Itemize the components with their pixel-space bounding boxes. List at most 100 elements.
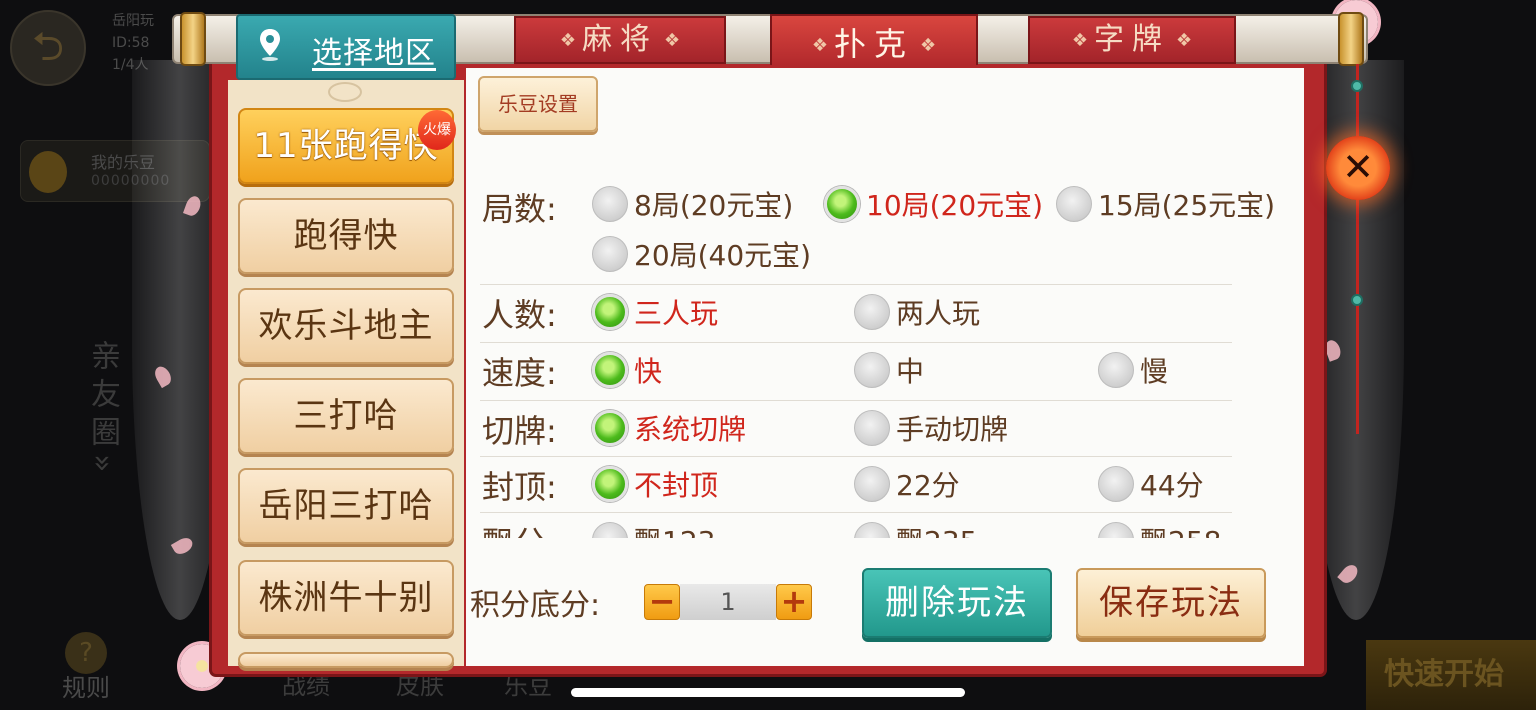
- game-item-partial[interactable]: [238, 652, 454, 668]
- radio-icon: [592, 236, 628, 272]
- float-label: 飘分: [482, 518, 546, 538]
- select-region-label: 选择地区: [312, 36, 436, 71]
- rounds-option-15[interactable]: 15局(25元宝): [1056, 184, 1275, 224]
- option-label: 系统切牌: [634, 413, 747, 446]
- back-arrow-icon: ⮌: [10, 10, 86, 86]
- float-option-258[interactable]: 飘258: [1098, 520, 1221, 538]
- tassel-decoration: [1356, 64, 1359, 434]
- option-label: 飘258: [1140, 520, 1221, 538]
- delete-rules-button[interactable]: 删除玩法: [862, 568, 1052, 638]
- speed-option-slow[interactable]: 慢: [1098, 350, 1168, 390]
- room-info-line: 岳阳玩: [112, 13, 154, 29]
- cap-option-22[interactable]: 22分: [854, 464, 960, 504]
- ornament-icon: ❖: [1176, 29, 1193, 51]
- home-indicator[interactable]: [571, 688, 965, 697]
- location-pin-icon: [260, 29, 280, 61]
- ornament-icon: ❖: [920, 35, 937, 56]
- option-label: 两人玩: [896, 297, 981, 330]
- bean-icon: [29, 151, 67, 193]
- base-score-label: 积分底分:: [470, 588, 601, 623]
- tab-label: 麻将: [582, 22, 658, 57]
- speed-option-fast[interactable]: 快: [592, 350, 662, 390]
- divider: [480, 400, 1232, 401]
- options-area[interactable]: 局数: 8局(20元宝) 10局(20元宝) 15局(25元宝) 20局(40元…: [466, 170, 1304, 538]
- friend-circle-label: 亲友圈»: [85, 340, 120, 481]
- cut-option-system[interactable]: 系统切牌: [592, 408, 746, 448]
- rounds-option-8[interactable]: 8局(20元宝): [592, 184, 793, 224]
- radio-icon: [824, 186, 860, 222]
- score-minus-button[interactable]: −: [644, 584, 680, 620]
- radio-icon: [592, 410, 628, 446]
- game-item-zhuzhou-niushibie[interactable]: 株洲牛十别: [238, 560, 454, 636]
- option-label: 8局(20元宝): [634, 189, 794, 222]
- radio-icon: [1098, 522, 1134, 538]
- bean-settings-button[interactable]: 乐豆设置: [478, 76, 598, 132]
- rounds-option-10[interactable]: 10局(20元宝): [824, 184, 1043, 224]
- rounds-option-20[interactable]: 20局(40元宝): [592, 234, 811, 274]
- radio-icon: [592, 294, 628, 330]
- score-plus-button[interactable]: +: [776, 584, 812, 620]
- radio-icon: [854, 294, 890, 330]
- radio-icon: [592, 352, 628, 388]
- players-label: 人数:: [482, 296, 557, 334]
- game-item-sandaha[interactable]: 三打哈: [238, 378, 454, 454]
- game-item-paodekuai[interactable]: 跑得快: [238, 198, 454, 274]
- ornament-icon: ❖: [664, 29, 681, 51]
- option-label: 飘123: [634, 520, 715, 538]
- tab-label: 扑克: [833, 25, 914, 63]
- radio-icon: [592, 186, 628, 222]
- tab-label: 字牌: [1094, 22, 1170, 57]
- ornament-icon: ❖: [559, 29, 576, 51]
- option-label: 22分: [896, 469, 960, 502]
- divider: [480, 342, 1232, 343]
- option-label: 慢: [1140, 355, 1169, 388]
- radio-icon: [854, 352, 890, 388]
- cut-label: 切牌:: [482, 412, 557, 450]
- players-option-two[interactable]: 两人玩: [854, 292, 980, 332]
- divider: [480, 284, 1232, 285]
- game-item-doudizhu[interactable]: 欢乐斗地主: [238, 288, 454, 364]
- radio-icon: [592, 522, 628, 538]
- tab-majiang[interactable]: ❖ 麻将 ❖: [514, 16, 726, 64]
- quick-start-button: 快速开始: [1366, 640, 1536, 710]
- tab-zipai[interactable]: ❖ 字牌 ❖: [1028, 16, 1236, 64]
- hot-badge: 火爆: [418, 110, 456, 150]
- float-option-235[interactable]: 飘235: [854, 520, 977, 538]
- select-region-tab[interactable]: 选择地区: [236, 14, 456, 80]
- divider: [480, 456, 1232, 457]
- radio-icon: [854, 410, 890, 446]
- option-label: 不封顶: [634, 469, 719, 502]
- cap-option-44[interactable]: 44分: [1098, 464, 1204, 504]
- cap-label: 封顶:: [482, 468, 557, 506]
- save-rules-button[interactable]: 保存玩法: [1076, 568, 1266, 638]
- scroll-rod-end: [180, 12, 206, 66]
- radio-icon: [1098, 352, 1134, 388]
- scroll-rod-end: [1338, 12, 1364, 66]
- radio-icon: [854, 466, 890, 502]
- bead-decoration: [1351, 80, 1363, 92]
- option-label: 三人玩: [634, 297, 719, 330]
- tab-poker[interactable]: ❖ 扑克 ❖: [770, 14, 978, 76]
- option-label: 44分: [1140, 469, 1204, 502]
- cap-option-none[interactable]: 不封顶: [592, 464, 718, 504]
- radio-icon: [854, 522, 890, 538]
- players-option-three[interactable]: 三人玩: [592, 292, 718, 332]
- rules-entry: ? 规则: [56, 632, 116, 702]
- close-button[interactable]: ✕: [1326, 136, 1390, 200]
- option-label: 10局(20元宝): [866, 189, 1044, 222]
- option-label: 20局(40元宝): [634, 239, 812, 272]
- score-value: 1: [680, 584, 776, 620]
- option-label: 飘235: [896, 520, 977, 538]
- cut-option-manual[interactable]: 手动切牌: [854, 408, 1008, 448]
- radio-icon: [1098, 466, 1134, 502]
- game-item-yueyang-sandaha[interactable]: 岳阳三打哈: [238, 468, 454, 544]
- speed-label: 速度:: [482, 354, 557, 392]
- rounds-label: 局数:: [482, 190, 557, 228]
- room-info-line: ID:58: [112, 35, 150, 51]
- option-label: 快: [634, 355, 663, 388]
- speed-option-medium[interactable]: 中: [854, 350, 924, 390]
- divider: [480, 512, 1232, 513]
- ornament-icon: ❖: [1071, 29, 1088, 51]
- float-option-123[interactable]: 飘123: [592, 520, 715, 538]
- radio-icon: [1056, 186, 1092, 222]
